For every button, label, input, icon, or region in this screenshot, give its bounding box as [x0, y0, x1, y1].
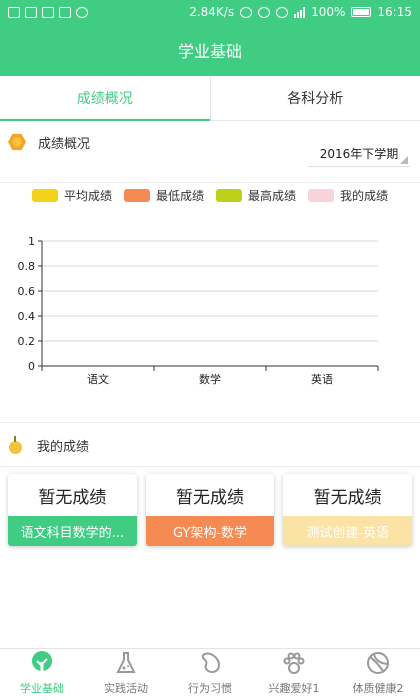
overview-section-title: 成绩概况: [38, 136, 91, 152]
nav-label: 兴趣爱好1: [268, 682, 320, 695]
legend-label: 我的成绩: [340, 188, 389, 203]
nav-item[interactable]: 体质健康2: [336, 649, 420, 700]
semester-select[interactable]: 2016年下学期: [308, 141, 410, 167]
score-value: 暂无成绩: [313, 487, 382, 508]
legend-swatch: [308, 188, 335, 202]
ball-icon: [365, 650, 391, 676]
subject-label: GY架构-数学: [145, 516, 275, 546]
dropdown-corner-icon: [400, 156, 408, 164]
y-tick-label: 0.2: [18, 335, 36, 348]
score-value: 暂无成绩: [38, 487, 107, 508]
semester-value: 2016年下学期: [319, 147, 399, 161]
app-icon: [42, 6, 54, 18]
hexagon-icon: [8, 133, 26, 151]
score-value: 暂无成绩: [176, 487, 244, 508]
flask-icon: [113, 650, 139, 676]
x-tick-label: 语文: [87, 372, 109, 386]
y-tick-label: 0: [28, 360, 35, 373]
legend-label: 平均成绩: [63, 188, 112, 203]
y-tick-label: 0.4: [18, 310, 36, 323]
score-card[interactable]: 暂无成绩 GY架构-数学: [145, 474, 275, 546]
score-card[interactable]: 暂无成绩语文科目数学的...: [8, 474, 137, 546]
nav-item[interactable]: 行为习惯: [168, 649, 252, 700]
legend-swatch: [31, 188, 58, 202]
score-cards: 暂无成绩 语文科目数学的... 暂无成绩 GY架构-数学 暂无成绩 测试创建-英语: [8, 474, 413, 546]
y-tick-label: 0.8: [18, 260, 36, 273]
nav-label: 行为习惯: [188, 682, 232, 695]
my-scores-title: 我的成绩: [37, 439, 90, 455]
app-root: 2.84K/s 100% 16:15 学业基础 成绩概况 各科分析 成绩概况 2…: [0, 0, 420, 700]
alarm-clock-icon: [258, 6, 271, 18]
subject-label: 语文科目数学的...: [8, 516, 137, 546]
tree-icon: [29, 650, 55, 676]
legend-item[interactable]: 最低成绩: [123, 186, 204, 204]
grid-icon: [59, 6, 71, 18]
divider: [0, 422, 420, 423]
nav-item[interactable]: 兴趣爱好1: [252, 649, 336, 700]
score-chart: 0 0.2 0.4 0.6 0.8 1 语文 数学 英语: [18, 235, 379, 386]
alarm-icon: [240, 6, 253, 18]
shield-icon: [8, 6, 20, 18]
legend-swatch: [123, 188, 150, 202]
nav-item[interactable]: 学业基础: [0, 649, 84, 700]
battery-percent: 100%: [311, 5, 346, 19]
image-icon: [25, 6, 37, 18]
status-right: 2.84K/s 100% 16:15: [189, 5, 412, 19]
legend-item[interactable]: 最高成绩: [216, 186, 296, 204]
network-speed: 2.84K/s: [189, 5, 235, 19]
legend-swatch: [216, 188, 242, 202]
nav-label: 学业基础: [20, 682, 64, 695]
x-tick-label: 英语: [311, 372, 333, 386]
tab-overview[interactable]: 成绩概况: [0, 76, 210, 121]
bottom-nav: 学业基础 实践活动 行为习惯 兴趣爱好1 体质健康2: [0, 648, 420, 700]
legend-item[interactable]: 平均成绩: [31, 186, 112, 204]
y-tick-label: 1: [28, 235, 35, 248]
tab-subject-analysis[interactable]: 各科分析: [209, 76, 420, 120]
legend-label: 最低成绩: [155, 188, 204, 203]
status-bar: 2.84K/s 100% 16:15: [0, 0, 420, 24]
divider: [0, 182, 420, 183]
top-bar: 2.84K/s 100% 16:15 学业基础: [0, 0, 420, 76]
divider: [0, 466, 420, 467]
chat-icon: [76, 6, 88, 18]
score-card[interactable]: 暂无成绩测试创建-英语: [283, 474, 413, 546]
battery-icon: [351, 7, 372, 17]
subject-label: 测试创建-英语: [283, 516, 413, 546]
signal-icon: [294, 6, 306, 18]
nav-label: 体质健康2: [352, 682, 404, 695]
wifi-icon: [276, 6, 289, 18]
legend-label: 最高成绩: [248, 188, 297, 203]
tab-bar: 成绩概况 各科分析: [0, 76, 420, 121]
nav-label: 实践活动: [104, 682, 148, 695]
y-tick-label: 0.6: [18, 285, 36, 298]
status-left: [8, 6, 88, 18]
x-tick-label: 数学: [199, 372, 221, 386]
my-scores-section-header: 我的成绩: [0, 435, 420, 455]
chart-legend: 平均成绩 最低成绩 最高成绩 我的成绩: [0, 186, 420, 204]
page-title: 学业基础: [177, 42, 242, 61]
pear-icon: [8, 436, 22, 454]
paw-icon: [281, 650, 307, 676]
nav-item[interactable]: 实践活动: [84, 649, 168, 700]
clock: 16:15: [377, 5, 412, 19]
legend-item[interactable]: 我的成绩: [308, 186, 388, 204]
bean-icon: [197, 650, 223, 676]
